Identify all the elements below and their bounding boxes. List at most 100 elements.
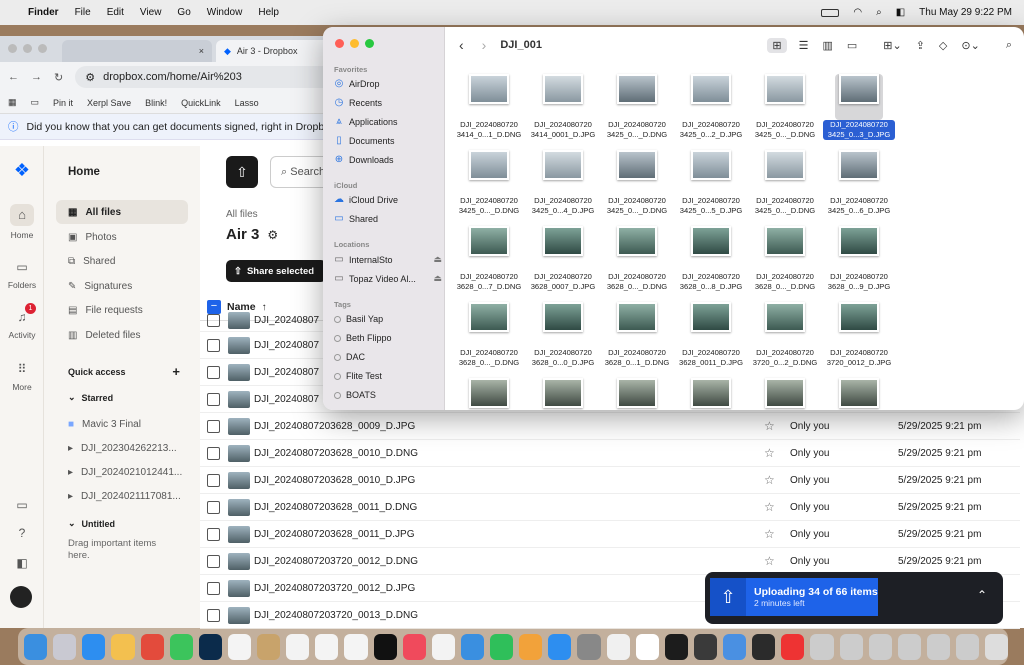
table-row[interactable]: DJI_20240807203628_0011_D.DNG ☆ Only you 5/… [200, 494, 1020, 521]
row-checkbox[interactable] [207, 581, 220, 595]
back-icon[interactable]: ‹ [459, 37, 464, 53]
file-name[interactable]: DJI_20240807203628_0010_D.JPG [254, 475, 764, 486]
messages-icon[interactable] [169, 633, 193, 660]
control-center-icon[interactable]: ◧ [896, 7, 905, 18]
music-icon[interactable] [402, 633, 426, 660]
row-checkbox[interactable] [207, 392, 220, 406]
icon-view-icon[interactable]: ⊞ [767, 37, 787, 53]
close-window-button[interactable] [8, 44, 17, 53]
more-actions-icon[interactable]: ⊙⌄ [961, 39, 979, 52]
upload-toast[interactable]: ⇧ Uploading 34 of 66 items 2 minutes lef… [705, 572, 1003, 624]
file-icon-item[interactable] [823, 369, 895, 410]
file-icon-item[interactable]: DJI_2024080720 3414_0001_D.JPG [527, 65, 599, 140]
rail-folders[interactable]: ▭ Folders [0, 260, 44, 290]
sidebar-item-recents[interactable]: ◷ Recents [334, 97, 442, 108]
calendar-icon[interactable] [227, 633, 251, 660]
sidebar-tag[interactable]: BOATS [334, 390, 442, 400]
eject-icon[interactable]: ⏏ [433, 273, 442, 284]
file-icon-item[interactable]: DJI_2024080720 3425_0...4_D.JPG [527, 141, 599, 216]
file-icon-item[interactable]: DJI_2024080720 3425_0..._D.DNG [749, 65, 821, 140]
archive-icon[interactable] [257, 633, 281, 660]
file-icon-item[interactable]: DJI_2024080720 3628_0...9_D.JPG [823, 217, 895, 292]
file-icon-item[interactable]: DJI_2024080720 3425_0..._D.DNG [453, 141, 525, 216]
sidebar-item-applications[interactable]: ⩓ Applications [334, 116, 442, 127]
menu-go[interactable]: Go [177, 7, 190, 18]
zoom-window-button[interactable] [365, 39, 374, 48]
file-icon-item[interactable]: DJI_2024080720 3425_0...3_D.JPG [823, 65, 895, 140]
file-name[interactable]: DJI_20240807203628_0011_D.DNG [254, 502, 764, 513]
file-icon-item[interactable]: DJI_2024080720 3425_0...5_D.JPG [675, 141, 747, 216]
mail-icon[interactable] [635, 633, 659, 660]
bookmark-blink[interactable]: Blink! [145, 98, 167, 108]
screen-window-icon[interactable] [897, 633, 921, 660]
nav-all-files[interactable]: ▦ All files [56, 200, 188, 224]
creative-app-icon[interactable] [693, 633, 717, 660]
keynote-icon[interactable] [460, 633, 484, 660]
downloads-stack-icon[interactable] [723, 633, 747, 660]
search-input[interactable]: ⌕ Search [270, 156, 330, 188]
recorder-icon[interactable] [781, 633, 805, 660]
share-icon[interactable]: ⇪ [916, 39, 925, 52]
file-icon-item[interactable] [601, 369, 673, 410]
row-checkbox[interactable] [207, 446, 220, 460]
close-window-button[interactable] [335, 39, 344, 48]
sidebar-item-downloads[interactable]: ⊕ Downloads [334, 154, 442, 165]
menu-view[interactable]: View [140, 7, 162, 18]
sidebar-item-topaz[interactable]: ▭ Topaz Video Al... ⏏ [334, 273, 442, 284]
column-view-icon[interactable]: ▥ [822, 39, 832, 52]
sidebar-tag[interactable]: Basil Yap [334, 314, 442, 324]
forward-icon[interactable]: → [31, 71, 42, 83]
file-icon-item[interactable]: DJI_2024080720 3628_0011_D.JPG [675, 293, 747, 368]
file-icon-item[interactable]: DJI_2024080720 3628_0...0_D.JPG [527, 293, 599, 368]
sidebar-toggle-icon[interactable]: ◧ [0, 556, 44, 570]
notes-icon[interactable] [315, 633, 339, 660]
help-icon[interactable]: ? [0, 526, 44, 540]
tab-close-icon[interactable]: × [199, 46, 204, 56]
sidebar-item-shared[interactable]: ▭ Shared [334, 213, 442, 224]
table-row[interactable]: DJI_20240807203628_0010_D.JPG ☆ Only you 5/… [200, 467, 1020, 494]
untitled-header[interactable]: ⌄ Untitled [68, 518, 115, 529]
breadcrumb[interactable]: All files [226, 209, 258, 220]
row-checkbox[interactable] [207, 365, 220, 379]
table-row[interactable]: DJI_20240807203628_0011_D.JPG ☆ Only you 5/… [200, 521, 1020, 548]
desktop-app-icon[interactable]: ▭ [0, 498, 44, 512]
gear-icon[interactable]: ⚙ [267, 228, 278, 242]
sidebar-tag[interactable]: Flite Test [334, 371, 442, 381]
file-icon-item[interactable] [675, 369, 747, 410]
chrome-browser-icon[interactable] [606, 633, 630, 660]
group-icon[interactable]: ⊞⌄ [883, 39, 901, 52]
freeform-icon[interactable] [344, 633, 368, 660]
row-checkbox[interactable] [207, 554, 220, 568]
list-view-icon[interactable]: ☰ [799, 39, 809, 52]
upload-button[interactable]: ⇧ [226, 156, 258, 188]
row-checkbox[interactable] [207, 527, 220, 541]
menu-clock[interactable]: Thu May 29 9:22 PM [919, 7, 1012, 18]
app-store-icon[interactable] [548, 633, 572, 660]
bookmark-xerpl-save[interactable]: Xerpl Save [87, 98, 131, 108]
site-settings-icon[interactable]: ⚙ [85, 71, 95, 84]
menu-app-name[interactable]: Finder [28, 7, 59, 18]
gallery-view-icon[interactable]: ▭ [847, 39, 857, 52]
star-icon[interactable]: ☆ [764, 554, 784, 568]
eject-icon[interactable]: ⏏ [433, 254, 442, 265]
row-checkbox[interactable] [207, 608, 220, 622]
file-icon-item[interactable]: DJI_2024080720 3414_0...1_D.DNG [453, 65, 525, 140]
table-row[interactable]: DJI_20240807203628_0009_D.JPG ☆ Only you 5/… [200, 413, 1020, 440]
wifi-icon[interactable]: ◠ [853, 7, 862, 18]
row-checkbox[interactable] [207, 473, 220, 487]
file-icon-item[interactable]: DJI_2024080720 3628_0...1_D.DNG [601, 293, 673, 368]
row-checkbox[interactable] [207, 419, 220, 433]
rail-activity[interactable]: ♫ Activity [0, 310, 44, 340]
file-icon-item[interactable]: DJI_2024080720 3425_0...6_D.JPG [823, 141, 895, 216]
star-icon[interactable]: ☆ [764, 419, 784, 433]
sidebar-tag[interactable]: DAC [334, 352, 442, 362]
file-name[interactable]: DJI_20240807203720_0012_D.DNG [254, 556, 764, 567]
file-icon-item[interactable] [527, 369, 599, 410]
rail-more[interactable]: ⠿ More [0, 362, 44, 392]
sidebar-item-icloud-drive[interactable]: ☁ iCloud Drive [334, 194, 442, 205]
file-icon-item[interactable]: DJI_2024080720 3628_0...8_D.JPG [675, 217, 747, 292]
star-icon[interactable]: ☆ [764, 500, 784, 514]
battery-icon[interactable] [821, 8, 840, 17]
screen-window-icon[interactable] [868, 633, 892, 660]
back-icon[interactable]: ← [8, 71, 19, 83]
